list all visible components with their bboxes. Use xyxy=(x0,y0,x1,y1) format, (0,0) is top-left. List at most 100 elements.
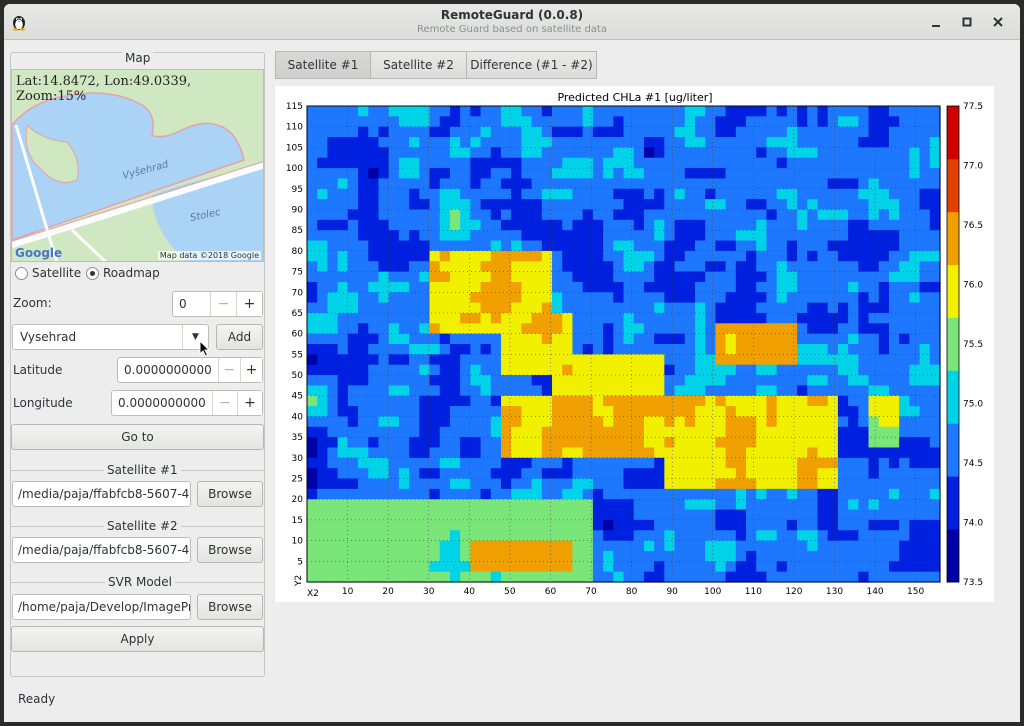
heatmap-cell xyxy=(643,416,655,428)
heatmap-cell xyxy=(378,312,390,324)
latitude-value[interactable]: 0.0000000000 xyxy=(118,358,218,382)
heatmap-cell xyxy=(797,157,808,169)
heatmap-cell xyxy=(337,333,349,345)
maximize-button[interactable] xyxy=(957,12,977,32)
add-location-button[interactable]: Add xyxy=(216,324,263,350)
heatmap-cell xyxy=(552,571,563,583)
heatmap-cell xyxy=(449,281,461,293)
zoom-decrement-button[interactable]: − xyxy=(210,292,236,316)
heatmap-cell xyxy=(572,209,584,221)
heatmap-cell xyxy=(694,488,706,500)
heatmap-cell xyxy=(582,178,594,190)
longitude-increment-button[interactable]: + xyxy=(236,391,262,415)
heatmap-cell xyxy=(766,261,778,273)
heatmap-cell xyxy=(878,375,890,386)
heatmap-cell xyxy=(684,261,696,273)
heatmap-cell xyxy=(439,157,451,169)
heatmap-cell xyxy=(521,550,533,562)
heatmap-cell xyxy=(347,519,359,531)
heatmap-cell xyxy=(623,519,635,531)
close-button[interactable] xyxy=(988,12,1008,32)
longitude-value[interactable]: 0.0000000000 xyxy=(112,391,212,415)
latitude-increment-button[interactable]: + xyxy=(239,358,262,382)
tab-difference[interactable]: Difference (#1 - #2) xyxy=(466,51,597,79)
svr-model-path-input[interactable]: /home/paja/Develop/ImageProce xyxy=(12,594,191,620)
heatmap-cell xyxy=(541,499,553,511)
tab-satellite-2[interactable]: Satellite #2 xyxy=(370,51,467,79)
longitude-spinbox[interactable]: 0.0000000000 − + xyxy=(111,390,263,416)
heatmap-cell xyxy=(460,478,471,490)
heatmap-cell xyxy=(868,457,880,469)
heatmap-cell xyxy=(623,271,635,283)
heatmap-cell xyxy=(317,519,329,531)
heatmap-cell xyxy=(439,250,451,262)
heatmap-cell xyxy=(439,147,451,159)
heatmap-cell xyxy=(449,271,461,283)
longitude-decrement-button[interactable]: − xyxy=(211,391,237,415)
heatmap-cell xyxy=(909,168,921,180)
heatmap-cell xyxy=(919,219,931,231)
heatmap-cell xyxy=(531,106,543,117)
heatmap-cell xyxy=(746,509,757,521)
heatmap-cell xyxy=(449,209,461,221)
radio-roadmap[interactable]: Roadmap xyxy=(86,266,160,280)
satellite1-browse-button[interactable]: Browse xyxy=(197,481,263,507)
minimize-button[interactable] xyxy=(926,12,946,32)
heatmap-cell xyxy=(409,540,420,552)
heatmap-cell xyxy=(715,478,727,490)
heatmap-cell xyxy=(613,292,625,304)
zoom-spinbox[interactable]: 0 − + xyxy=(172,291,263,317)
heatmap-cell xyxy=(776,354,788,366)
heatmap-cell xyxy=(929,147,941,159)
heatmap-cell xyxy=(715,178,727,190)
heatmap-cell xyxy=(531,250,543,262)
heatmap-cell xyxy=(409,550,420,562)
heatmap-cell xyxy=(643,137,655,148)
heatmap-cell xyxy=(592,354,604,366)
heatmap-cell xyxy=(409,416,420,428)
heatmap-cell xyxy=(817,240,829,252)
heatmap-cell xyxy=(500,126,512,138)
heatmap-cell xyxy=(572,199,584,211)
heatmap-cell xyxy=(572,437,584,449)
apply-button[interactable]: Apply xyxy=(11,626,264,652)
latitude-spinbox[interactable]: 0.0000000000 − + xyxy=(117,357,263,383)
goto-button[interactable]: Go to xyxy=(11,424,264,450)
zoom-value[interactable]: 0 xyxy=(173,292,210,316)
colorbar-tick-label: 74.0 xyxy=(963,519,983,529)
heatmap-cell xyxy=(572,385,584,397)
heatmap-cell xyxy=(807,550,819,562)
heatmap-cell xyxy=(756,323,768,335)
heatmap-cell xyxy=(521,509,533,521)
heatmap-cell xyxy=(388,426,400,438)
satellite2-path-input[interactable]: /media/paja/ffabfcb8-5607-42ce- xyxy=(12,537,191,563)
heatmap-cell xyxy=(705,333,716,345)
map-view[interactable]: Lat:14.8472, Lon:49.0339, Zoom:15% Vyšeh… xyxy=(11,69,264,262)
latitude-decrement-button[interactable]: − xyxy=(217,358,240,382)
heatmap-cell xyxy=(429,199,441,211)
heatmap-cell xyxy=(848,116,859,128)
heatmap-cell xyxy=(582,209,594,221)
heatmap-cell xyxy=(398,126,410,138)
heatmap-cell xyxy=(817,188,829,200)
heatmap-cell xyxy=(715,116,727,128)
heatmap-cell xyxy=(909,178,921,190)
satellite1-path-input[interactable]: /media/paja/ffabfcb8-5607-42ce- xyxy=(12,481,191,507)
tab-satellite-1[interactable]: Satellite #1 xyxy=(275,51,371,79)
heatmap-cell xyxy=(327,550,339,562)
heatmap-cell xyxy=(664,281,676,293)
heatmap-cell xyxy=(766,509,778,521)
heatmap-cell xyxy=(868,199,880,211)
heatmap-cell xyxy=(531,540,543,552)
zoom-increment-button[interactable]: + xyxy=(236,292,262,316)
location-combobox[interactable]: Vysehrad ▼ xyxy=(12,324,209,350)
heatmap-cell xyxy=(786,271,798,283)
satellite2-browse-button[interactable]: Browse xyxy=(197,537,263,563)
heatmap-cell xyxy=(613,550,625,562)
heatmap-cell xyxy=(633,478,645,490)
svr-browse-button[interactable]: Browse xyxy=(197,594,263,620)
heatmap-cell xyxy=(337,478,349,490)
heatmap-cell xyxy=(797,116,808,128)
radio-satellite[interactable]: Satellite xyxy=(15,266,81,280)
heatmap-cell xyxy=(756,344,768,355)
